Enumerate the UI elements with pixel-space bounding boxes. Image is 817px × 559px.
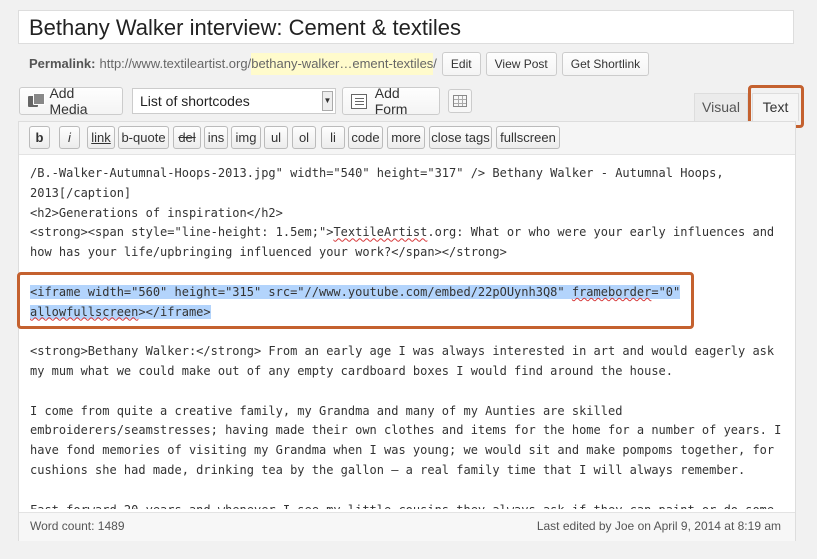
content-line: /B.-Walker-Autumnal-Hoops-2013.jpg" widt…	[30, 166, 724, 180]
form-icon	[351, 93, 367, 109]
permalink-slug[interactable]: bethany-walker…ement-textiles	[251, 53, 434, 75]
content-line	[30, 481, 790, 501]
shortcodes-selected-value: List of shortcodes	[140, 93, 250, 109]
quicktag-bquote-button[interactable]: b-quote	[118, 126, 169, 149]
quicktag-more-button[interactable]: more	[387, 126, 425, 149]
content-line: my mum what we could make out of any emp…	[30, 363, 673, 378]
content-line: 2013[/caption]	[30, 185, 132, 200]
content-text: <strong><span style="line-height: 1.5em;…	[30, 225, 334, 240]
quicktag-ol-button[interactable]: ol	[292, 126, 316, 149]
quicktag-li-button[interactable]: li	[321, 126, 345, 149]
tab-visual[interactable]: Visual	[694, 93, 748, 121]
quicktag-img-button[interactable]: img	[231, 126, 261, 149]
content-line: I come from quite a creative family, my …	[30, 403, 623, 418]
permalink-label: Permalink:	[29, 56, 96, 71]
content-line	[30, 382, 790, 402]
post-title-input[interactable]: Bethany Walker interview: Cement & texti…	[18, 10, 794, 44]
edit-permalink-button[interactable]: Edit	[441, 52, 481, 76]
content-line: how has your life/upbringing influenced …	[30, 245, 507, 260]
get-shortlink-button[interactable]: Get Shortlink	[561, 52, 650, 76]
quicktag-link-button[interactable]: link	[87, 126, 115, 149]
word-count: Word count: 1489	[30, 519, 125, 533]
add-media-label: Add Media	[49, 85, 88, 117]
content-line: <strong>Bethany Walker:</strong> From an…	[30, 344, 775, 359]
permalink-bar: Permalink: http://www.textileartist.org/…	[29, 52, 650, 76]
add-form-button[interactable]: Add Form	[342, 85, 440, 117]
content-line: Fast forward 20 years and whenever I see…	[30, 501, 790, 509]
quicktag-ul-button[interactable]: ul	[264, 126, 288, 149]
content-line: embroiderers/seamstresses; having made t…	[30, 423, 782, 438]
quicktags-toolbar: b i link b-quote del ins img ul ol li co…	[19, 122, 795, 155]
quicktag-bold-button[interactable]: b	[29, 126, 50, 149]
spellcheck-word: TextileArtist	[333, 225, 428, 240]
content-line: have fond memories of visiting my Grandm…	[30, 443, 775, 458]
dropdown-arrow-icon: ▼	[322, 91, 333, 111]
quicktag-fullscreen-button[interactable]: fullscreen	[496, 126, 560, 149]
add-form-label: Add Form	[374, 85, 408, 117]
content-line: <strong><span style="line-height: 1.5em;…	[30, 223, 790, 243]
quicktag-del-button[interactable]: del	[173, 126, 201, 149]
editor-status-bar: Word count: 1489 Last edited by Joe on A…	[19, 512, 795, 541]
quicktag-code-button[interactable]: code	[348, 126, 383, 149]
view-post-button[interactable]: View Post	[485, 52, 557, 76]
quicktag-close-tags-button[interactable]: close tags	[429, 126, 492, 149]
media-icon	[28, 93, 46, 109]
quicktag-italic-button[interactable]: i	[59, 126, 80, 149]
text-editor: b i link b-quote del ins img ul ol li co…	[18, 121, 796, 541]
table-icon[interactable]	[448, 89, 472, 113]
content-line: cushions she had made, drinking tea by t…	[30, 462, 746, 477]
editor-content[interactable]: /B.-Walker-Autumnal-Hoops-2013.jpg" widt…	[30, 164, 790, 509]
shortcodes-select[interactable]: List of shortcodes ▼	[132, 88, 336, 114]
last-edited: Last edited by Joe on April 9, 2014 at 8…	[536, 519, 781, 533]
quicktag-ins-button[interactable]: ins	[204, 126, 228, 149]
iframe-highlight-box	[17, 272, 694, 329]
content-line: <h2>Generations of inspiration</h2>	[30, 205, 283, 220]
permalink-trailing: /	[433, 56, 437, 71]
content-text: .org: What or who were your early influe…	[427, 225, 775, 240]
permalink-base-url: http://www.textileartist.org/	[99, 56, 252, 71]
add-media-button[interactable]: Add Media	[19, 85, 123, 117]
